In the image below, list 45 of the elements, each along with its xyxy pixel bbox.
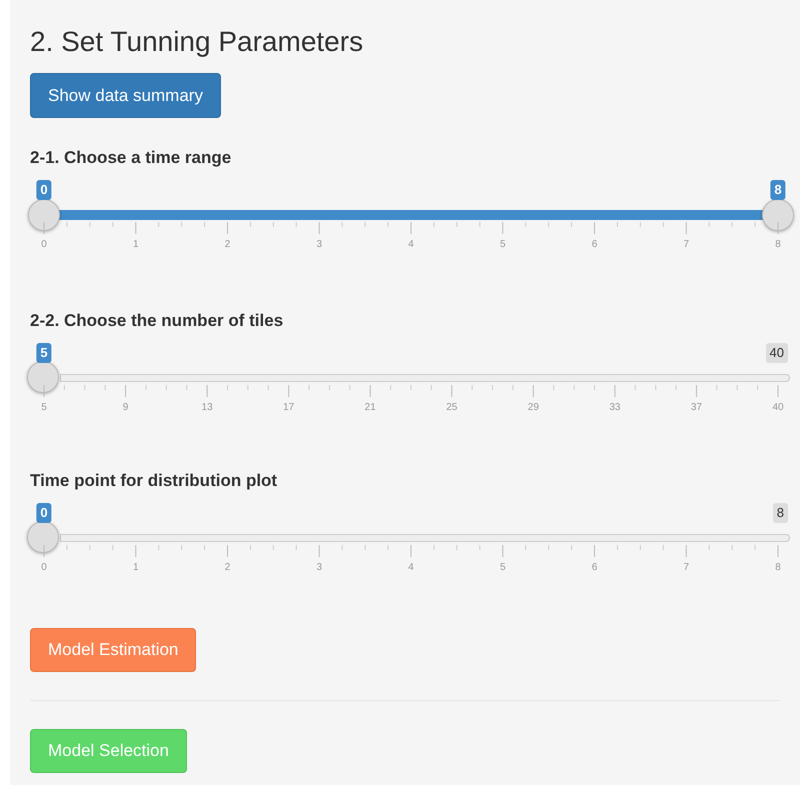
tick-label: 1	[132, 238, 139, 252]
tick-label: 29	[528, 401, 539, 415]
tick-label: 0	[41, 238, 47, 252]
tick-label: 6	[592, 238, 598, 252]
tick-label: 13	[202, 401, 213, 415]
slider-label: Time point for distribution plot	[30, 471, 278, 491]
value-tag: 0	[36, 503, 52, 523]
tick-label: 9	[122, 401, 128, 415]
slider-label: 2-2. Choose the number of tiles	[30, 311, 284, 331]
tick-label: 1	[132, 561, 139, 575]
tick-label: 7	[683, 561, 690, 575]
tick-label: 3	[316, 238, 322, 252]
tick-label: 21	[364, 401, 376, 415]
tick-label: 5	[500, 238, 506, 252]
show-data-summary-button[interactable]: Show data summary	[30, 73, 221, 118]
tick-label: 7	[683, 238, 690, 252]
section-title: 2. Set Tunning Parameters	[30, 25, 364, 59]
tick-label: 8	[775, 561, 781, 575]
tick-label: 4	[408, 238, 414, 252]
slider-label: 2-1. Choose a time range	[30, 148, 232, 168]
tick-label: 40	[772, 401, 784, 415]
max-value-label: 8	[772, 503, 788, 523]
slider-handle[interactable]	[28, 199, 60, 231]
max-value-label: 40	[766, 343, 788, 363]
value-tag: 5	[36, 343, 52, 363]
value-tag: 0	[36, 180, 52, 200]
tick-label: 4	[408, 561, 414, 575]
tick-label: 17	[283, 401, 294, 415]
tick-label: 2	[224, 238, 230, 252]
model-estimation-button[interactable]: Model Estimation	[30, 628, 196, 672]
slider-handle[interactable]	[27, 361, 59, 393]
tick-label: 2	[224, 561, 230, 575]
slider-handle[interactable]	[762, 199, 794, 231]
tick-label: 25	[446, 401, 458, 415]
tick-label: 33	[609, 401, 620, 415]
tick-label: 8	[775, 238, 781, 252]
tick-label: 5	[41, 401, 47, 415]
model-selection-button[interactable]: Model Selection	[30, 729, 187, 773]
tick-label: 6	[592, 561, 598, 575]
slider-handle[interactable]	[27, 521, 59, 553]
tick-label: 3	[316, 561, 322, 575]
value-tag: 8	[770, 180, 786, 200]
tick-label: 5	[500, 561, 506, 575]
tick-label: 37	[690, 401, 702, 415]
tick-label: 0	[41, 561, 47, 575]
